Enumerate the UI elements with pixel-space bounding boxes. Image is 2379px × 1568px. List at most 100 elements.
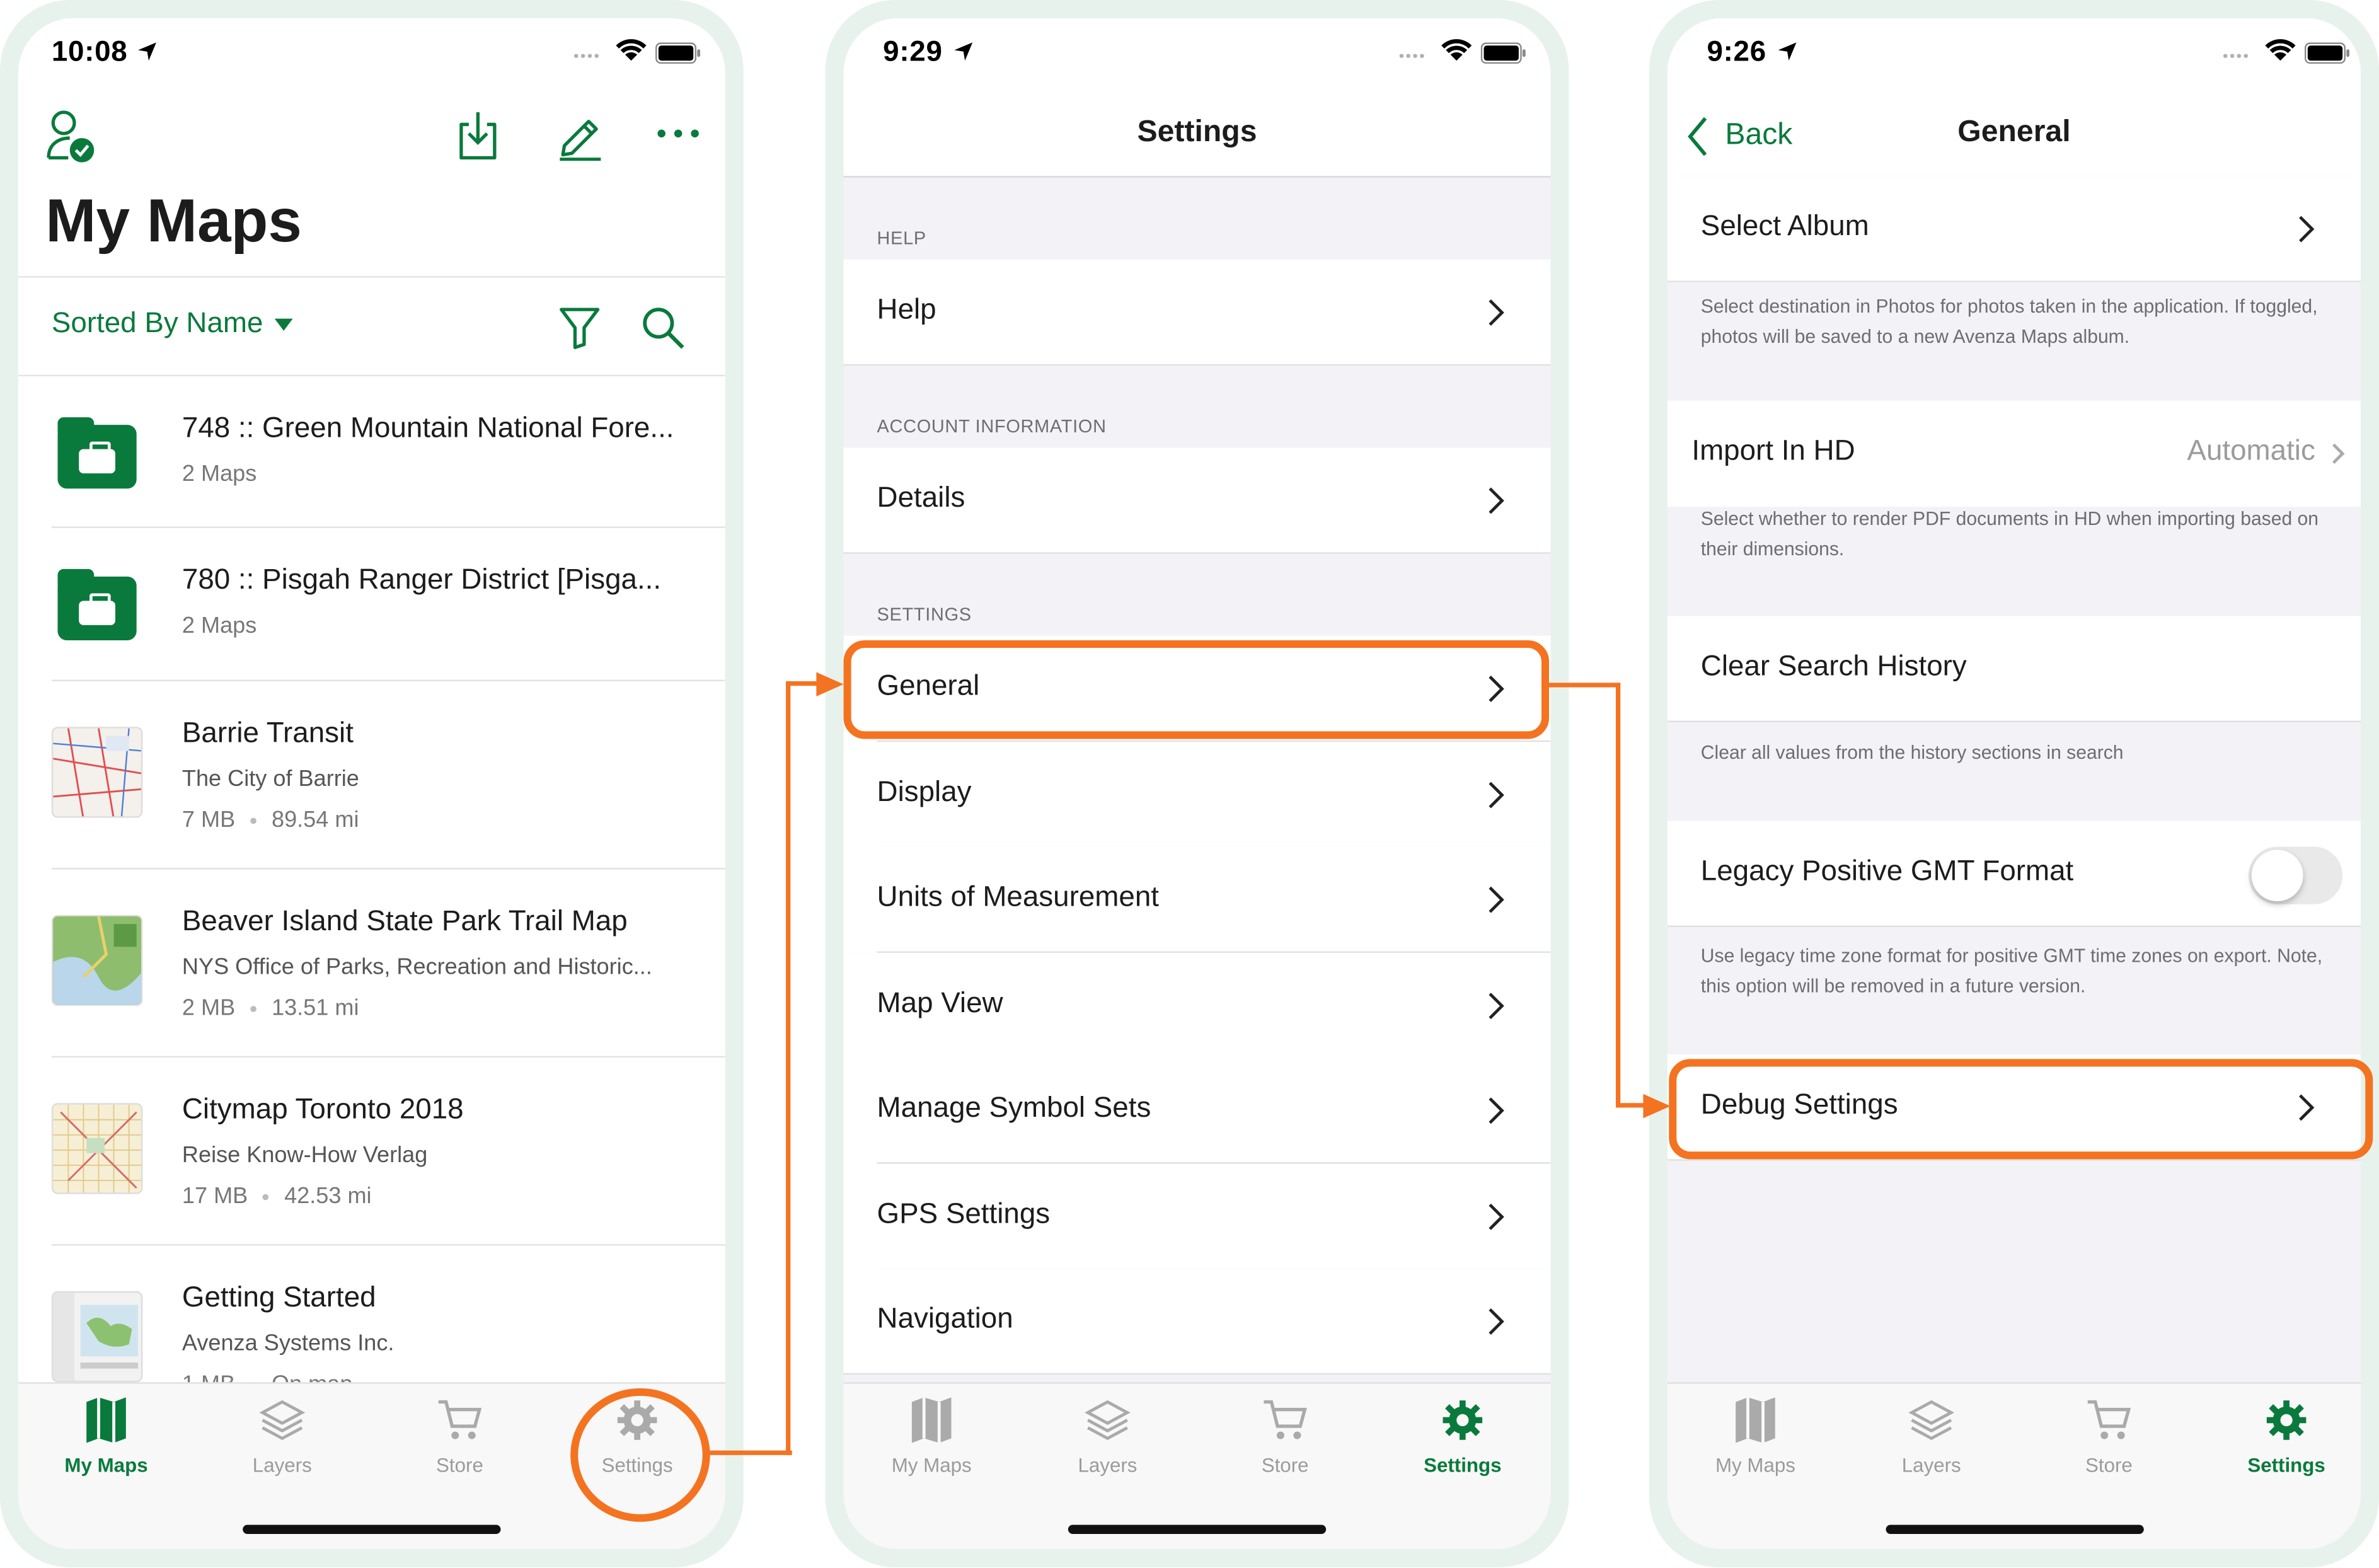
tab-settings[interactable]: Settings — [2198, 1396, 2361, 1487]
battery-icon — [2304, 42, 2350, 64]
cell-label: Clear Search History — [1700, 650, 1967, 683]
map-subtitle: 2 Maps — [181, 613, 257, 639]
settings-display[interactable]: Display — [843, 742, 1551, 848]
map-distance: 89.54 mi — [271, 807, 359, 833]
tutorial-composite: 10:08 •••• My Maps Sorted By Name 748 ::… — [0, 0, 2379, 1568]
search-icon[interactable] — [640, 305, 686, 350]
chevron-right-icon — [2332, 443, 2345, 464]
cart-icon — [438, 1400, 482, 1439]
cell-label: Import In HD — [1691, 435, 1855, 468]
map-distance: 42.53 mi — [284, 1183, 372, 1209]
account-verified-icon[interactable] — [45, 109, 97, 164]
location-arrow-icon — [954, 42, 973, 61]
legacy-gmt-row: Legacy Positive GMT Format — [1667, 821, 2361, 927]
import-hd-value: Automatic — [2187, 435, 2315, 468]
map-title: Barrie Transit — [181, 717, 354, 750]
phone-settings: 9:29 •••• Settings HELP Help ACCOUNT INF… — [825, 0, 1569, 1567]
screen-settings: 9:29 •••• Settings HELP Help ACCOUNT INF… — [843, 18, 1551, 1550]
folder-icon — [57, 568, 137, 640]
tab-my-maps[interactable]: My Maps — [1668, 1396, 1843, 1487]
cell-label: Map View — [877, 988, 1003, 1020]
tab-settings[interactable]: Settings — [1374, 1396, 1550, 1487]
map-meta: 17 MB 42.53 mi — [182, 1184, 372, 1209]
wifi-icon — [616, 39, 647, 61]
section-header-help: HELP — [877, 228, 926, 249]
select-album-note: Select destination in Photos for photos … — [1700, 296, 2318, 348]
tab-store[interactable]: Store — [372, 1396, 548, 1487]
chevron-right-icon — [1489, 993, 1504, 1020]
gear-icon — [2266, 1400, 2307, 1440]
sort-dropdown[interactable]: Sorted By Name — [52, 308, 294, 342]
settings-details[interactable]: Details — [843, 447, 1551, 554]
map-title: 748 :: Green Mountain National Fore... — [181, 412, 674, 445]
signal-dots-icon: •••• — [573, 49, 601, 66]
tab-layers[interactable]: Layers — [194, 1396, 370, 1487]
tab-label: Store — [1261, 1453, 1309, 1477]
map-icon — [86, 1397, 126, 1443]
chevron-right-icon — [1489, 886, 1504, 913]
tab-store[interactable]: Store — [1197, 1396, 1373, 1487]
list-item[interactable]: Barrie Transit The City of Barrie 7 MB 89… — [18, 681, 725, 870]
battery-icon — [655, 42, 701, 64]
layers-icon — [259, 1400, 305, 1441]
tab-my-maps[interactable]: My Maps — [844, 1396, 1020, 1487]
tab-label: Store — [2085, 1453, 2133, 1477]
import-icon[interactable] — [455, 109, 500, 161]
tab-label: Store — [436, 1453, 483, 1477]
import-hd-row[interactable]: Import In HD Automatic — [1667, 400, 2361, 507]
settings-units[interactable]: Units of Measurement — [843, 846, 1551, 953]
list-item[interactable]: Beaver Island State Park Trail Map NYS O… — [18, 869, 725, 1058]
chevron-right-icon — [2299, 216, 2315, 243]
tab-label: My Maps — [64, 1453, 148, 1477]
clear-search-history-row[interactable]: Clear Search History — [1667, 616, 2361, 722]
map-size: 2 MB — [181, 995, 236, 1022]
location-arrow-icon — [1778, 42, 1797, 61]
connector-line — [1547, 683, 1621, 688]
tab-layers[interactable]: Layers — [1020, 1396, 1195, 1487]
settings-gps[interactable]: GPS Settings — [843, 1163, 1551, 1271]
highlight-debug-settings — [1669, 1059, 2373, 1160]
tab-bar: My Maps Layers Store Settings — [843, 1382, 1551, 1550]
list-item[interactable]: Citymap Toronto 2018 Reise Know-How Verl… — [18, 1058, 725, 1246]
page-title: My Maps — [45, 188, 302, 255]
section-header-account: ACCOUNT INFORMATION — [877, 415, 1107, 437]
map-icon — [911, 1397, 952, 1443]
chevron-right-icon — [1489, 1308, 1504, 1335]
tab-store[interactable]: Store — [2021, 1396, 2197, 1487]
settings-symbol-sets[interactable]: Manage Symbol Sets — [843, 1058, 1551, 1164]
list-item[interactable]: 748 :: Green Mountain National Fore... 2… — [18, 376, 725, 528]
select-album-row[interactable]: Select Album — [1667, 176, 2361, 282]
map-distance: 13.51 mi — [271, 995, 359, 1022]
edit-pencil-icon[interactable] — [555, 109, 604, 161]
connector-line — [1615, 683, 1621, 1108]
section-header-settings: SETTINGS — [877, 604, 972, 625]
battery-icon — [1480, 42, 1526, 64]
legacy-gmt-toggle[interactable] — [2248, 846, 2343, 904]
highlight-settings-tab — [570, 1388, 710, 1522]
tab-my-maps[interactable]: My Maps — [18, 1396, 194, 1487]
tab-layers[interactable]: Layers — [1843, 1396, 2019, 1487]
settings-help[interactable]: Help — [843, 259, 1551, 366]
chevron-right-icon — [1489, 1203, 1504, 1230]
status-time: 10:08 — [51, 36, 128, 69]
settings-navigation[interactable]: Navigation — [843, 1268, 1551, 1375]
tab-label: Layers — [1901, 1453, 1961, 1477]
cell-label: Units of Measurement — [877, 881, 1159, 914]
status-bar: 9:26 •••• — [1667, 18, 2361, 91]
folder-icon — [57, 417, 137, 489]
tab-bar: My Maps Layers Store Settings — [1667, 1382, 2361, 1550]
map-thumbnail — [51, 914, 143, 1006]
home-indicator — [243, 1525, 501, 1534]
wifi-icon — [2265, 39, 2296, 61]
cell-label: Legacy Positive GMT Format — [1700, 855, 2074, 888]
settings-map-view[interactable]: Map View — [843, 952, 1551, 1059]
clear-search-history-note: Clear all values from the history sectio… — [1700, 742, 2124, 763]
more-options-icon[interactable] — [655, 127, 701, 139]
filter-icon[interactable] — [558, 305, 601, 350]
tab-label: Settings — [2247, 1453, 2325, 1477]
phone-my-maps: 10:08 •••• My Maps Sorted By Name 748 ::… — [0, 0, 744, 1567]
list-item[interactable]: 780 :: Pisgah Ranger District [Pisga... … — [18, 528, 725, 681]
caret-down-icon — [275, 318, 294, 331]
status-time: 9:26 — [1707, 36, 1766, 69]
import-hd-note: Select whether to render PDF documents i… — [1700, 508, 2319, 560]
